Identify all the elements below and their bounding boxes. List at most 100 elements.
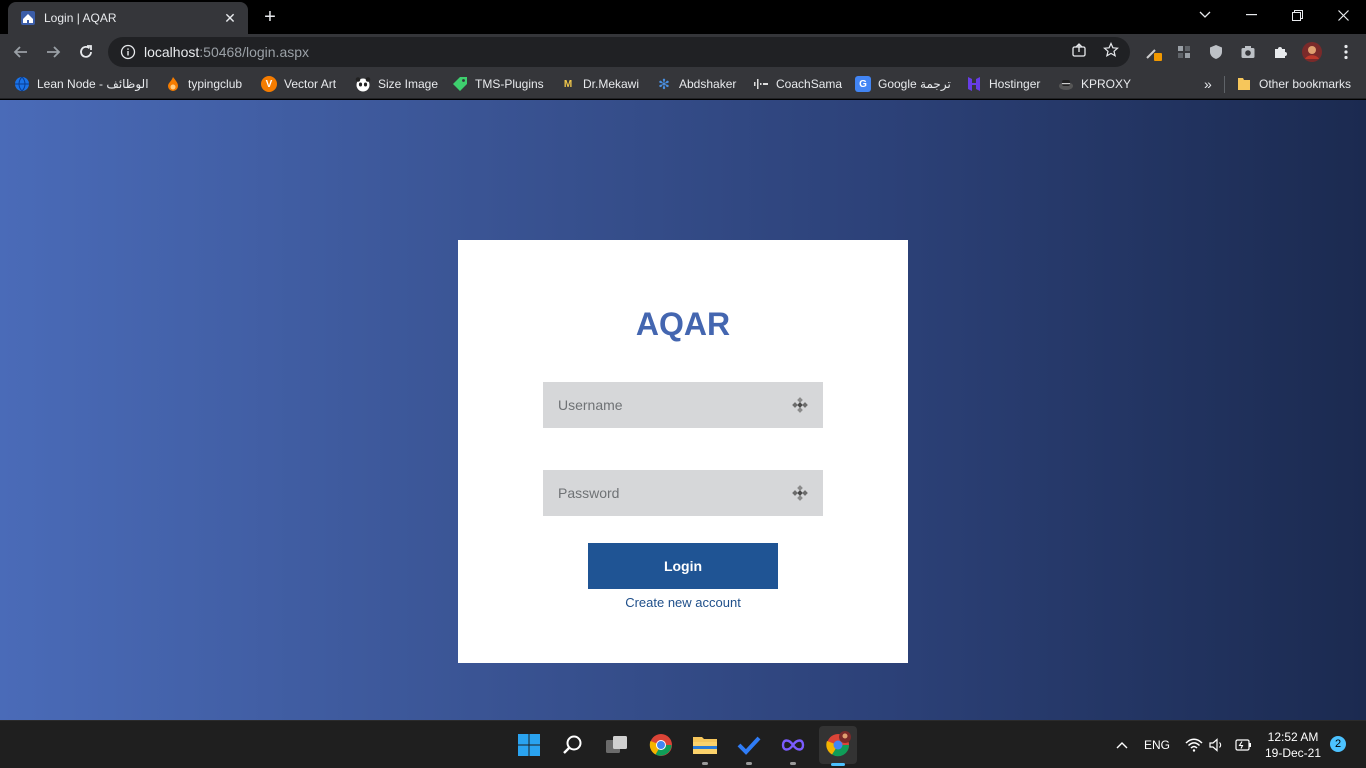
bookmark-label: CoachSama [776,77,843,91]
bookmarks-bar: Lean Node - الوظائف typingclub V Vector … [0,70,1366,99]
profile-avatar[interactable] [1302,42,1322,62]
bookmark-label: Vector Art [284,77,337,91]
task-view-icon[interactable] [601,729,633,761]
browser-toolbar: localhost:50468/login.aspx [0,34,1366,70]
shield-extension-icon[interactable] [1206,42,1226,62]
address-bar[interactable]: localhost:50468/login.aspx [108,37,1130,67]
bookmark-typingclub[interactable]: typingclub [165,74,242,94]
bookmark-label: Hostinger [989,77,1041,91]
bars-icon [753,76,769,92]
vector-art-icon: V [261,76,277,92]
start-windows-icon[interactable] [513,729,545,761]
bookmark-star-icon[interactable] [1101,40,1121,60]
volume-icon[interactable] [1207,734,1227,756]
folder-icon [1236,76,1252,92]
password-field[interactable] [543,470,823,516]
translate-icon: G [855,76,871,92]
url-text: localhost:50468/login.aspx [144,44,309,60]
chrome-taskbar-icon[interactable] [645,729,677,761]
site-info-icon[interactable] [120,44,136,60]
bookmark-label: TMS-Plugins [475,77,544,91]
browser-tab-strip: Login | AQAR ✕ + [0,0,1366,34]
username-input[interactable] [558,397,791,413]
back-icon[interactable] [8,39,34,65]
share-icon[interactable] [1069,40,1089,60]
m-logo-icon: M [563,78,573,90]
tab-title: Login | AQAR [44,11,117,25]
bookmark-dr-mekawi[interactable]: M Dr.Mekawi [560,74,639,94]
house-favicon-icon [20,10,36,26]
running-indicator [831,763,845,766]
kproxy-icon [1058,76,1074,92]
page-background: AQAR Login Create new account [0,100,1366,720]
running-indicator [746,762,752,765]
bookmark-coachsama[interactable]: CoachSama [753,74,842,94]
bookmark-tms-plugins[interactable]: TMS-Plugins [452,74,544,94]
hostinger-icon [966,76,982,92]
minimize-icon[interactable] [1228,0,1274,30]
restore-icon[interactable] [1274,0,1320,30]
snowflake-icon: ✻ [658,75,670,92]
tag-icon [452,76,468,92]
bookmark-size-image[interactable]: Size Image [355,74,438,94]
todo-checkmark-icon[interactable] [733,729,765,765]
bookmark-label: Lean Node - الوظائف [37,77,149,91]
other-bookmarks-label: Other bookmarks [1259,77,1352,91]
panda-icon [355,76,371,92]
create-account-link[interactable]: Create new account [458,595,908,610]
bookmark-abdshaker[interactable]: ✻ Abdshaker [656,74,736,94]
notification-badge[interactable]: 2 [1330,736,1346,752]
wifi-icon[interactable] [1184,734,1204,756]
chrome-profile-taskbar-icon[interactable] [819,726,857,766]
url-path: :50468/login.aspx [199,44,310,60]
login-button[interactable]: Login [588,543,778,589]
flame-icon [165,76,181,92]
username-field[interactable] [543,382,823,428]
windows-taskbar: ENG 12:52 AM 19-Dec-21 [0,720,1366,768]
url-host: localhost [144,44,200,60]
tab-close-icon[interactable]: ✕ [222,10,238,26]
running-indicator [702,762,708,765]
other-bookmarks-folder[interactable]: Other bookmarks [1236,74,1351,94]
camera-extension-icon[interactable] [1238,42,1258,62]
bookmark-vector-art[interactable]: V Vector Art [261,74,336,94]
bookmark-hostinger[interactable]: Hostinger [966,74,1040,94]
battery-charging-icon[interactable] [1232,734,1254,756]
reload-icon[interactable] [73,39,99,65]
bookmark-label: Abdshaker [679,77,737,91]
tab-search-chevron-icon[interactable] [1182,0,1228,30]
clock-time: 12:52 AM [1267,730,1319,744]
infinity-app-icon[interactable] [777,729,809,765]
bookmark-label: typingclub [188,77,243,91]
running-indicator [790,762,796,765]
password-manager-key-icon[interactable] [791,484,809,502]
clock-date: 19-Dec-21 [1264,746,1322,760]
search-icon[interactable] [557,729,589,761]
grid-extension-icon[interactable] [1174,42,1194,62]
close-window-icon[interactable] [1320,0,1366,30]
bookmark-label: Google ترجمة [878,77,951,91]
eyedropper-extension-icon[interactable] [1143,42,1163,62]
bookmark-google-translate[interactable]: G Google ترجمة [855,74,951,94]
language-indicator[interactable]: ENG [1140,734,1174,756]
browser-tab[interactable]: Login | AQAR ✕ [8,2,248,34]
login-card: AQAR Login Create new account [458,240,908,663]
show-hidden-icons-chevron-icon[interactable] [1113,734,1131,756]
bookmarks-divider [1224,76,1225,93]
more-bookmarks-chevron-icon[interactable]: » [1204,74,1212,94]
bookmark-lean-node[interactable]: Lean Node - الوظائف [14,74,149,94]
bookmark-label: KPROXY [1081,77,1132,91]
file-explorer-icon[interactable] [689,729,721,765]
password-input[interactable] [558,485,791,501]
extensions-puzzle-icon[interactable] [1270,42,1290,62]
bookmark-label: Dr.Mekawi [583,77,640,91]
forward-icon[interactable] [40,39,66,65]
menu-kebab-icon[interactable] [1336,42,1356,62]
bookmark-label: Size Image [378,77,439,91]
system-clock[interactable]: 12:52 AM 19-Dec-21 [1262,729,1324,761]
password-manager-key-icon[interactable] [791,396,809,414]
brand-title: AQAR [635,306,731,342]
globe-icon [14,76,30,92]
bookmark-kproxy[interactable]: KPROXY [1058,74,1131,94]
new-tab-icon[interactable]: + [258,6,282,28]
